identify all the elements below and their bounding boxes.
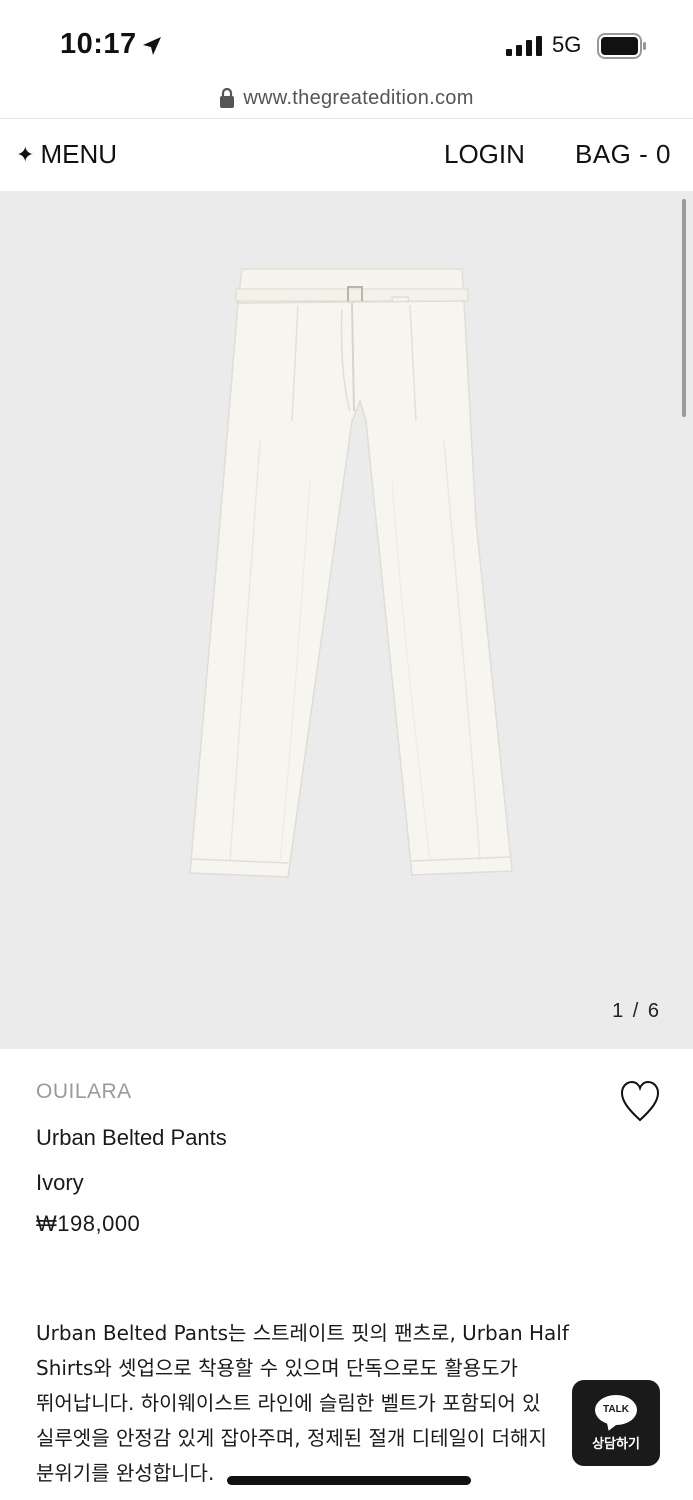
menu-button[interactable]: ✦ MENU (16, 139, 117, 170)
product-price: ₩198,000 (36, 1211, 141, 1236)
status-time: 10:17 (60, 28, 137, 60)
heart-outline-icon[interactable] (620, 1080, 660, 1124)
brand-name[interactable]: OUILARA (36, 1080, 656, 1104)
scrollbar[interactable] (682, 199, 686, 417)
product-color: Ivory (36, 1170, 84, 1195)
battery-icon (597, 33, 646, 59)
sparkle-icon: ✦ (16, 141, 35, 167)
network-type: 5G (552, 32, 582, 57)
product-name: Urban Belted Pants (36, 1125, 227, 1150)
address-bar[interactable]: www.thegreatedition.com (0, 80, 693, 116)
lock-icon (220, 87, 235, 108)
chat-consult-button[interactable]: TALK 상담하기 (572, 1380, 660, 1466)
url-text: www.thegreatedition.com (243, 86, 474, 109)
status-bar: 10:17 5G (0, 0, 693, 82)
description-line: 분위기를 완성합니다. (36, 1461, 215, 1485)
signal-icon (506, 36, 542, 56)
product-description: Urban Belted Pants는 스트레이트 핏의 팬츠로, Urban … (36, 1316, 646, 1491)
chat-consult-label: 상담하기 (592, 1436, 640, 1452)
description-line: Urban Belted Pants는 스트레이트 핏의 팬츠로, Urban … (36, 1321, 569, 1345)
bag-link[interactable]: BAG - 0 (575, 139, 671, 170)
description-line: 실루엣을 안정감 있게 잡아주며, 정제된 절개 디테일이 더해지 (36, 1426, 547, 1450)
home-indicator[interactable] (227, 1476, 471, 1485)
description-line: Shirts와 셋업으로 착용할 수 있으며 단독으로도 활용도가 (36, 1356, 518, 1380)
product-image (189, 268, 513, 878)
image-counter: 1 / 6 (612, 1000, 661, 1022)
description-line: 뛰어납니다. 하이웨이스트 라인에 슬림한 벨트가 포함되어 있 (36, 1391, 541, 1415)
product-gallery[interactable]: 1 / 6 (0, 191, 693, 1049)
talk-bubble-icon: TALK (595, 1394, 637, 1425)
site-nav: ✦ MENU LOGIN BAG - 0 (0, 119, 693, 191)
product-info: OUILARA Urban Belted Pants Ivory ₩198,00… (36, 1080, 656, 1236)
login-link[interactable]: LOGIN (444, 139, 525, 170)
menu-label: MENU (40, 139, 117, 169)
talk-bubble-text: TALK (603, 1404, 629, 1415)
location-arrow-icon (143, 37, 161, 55)
